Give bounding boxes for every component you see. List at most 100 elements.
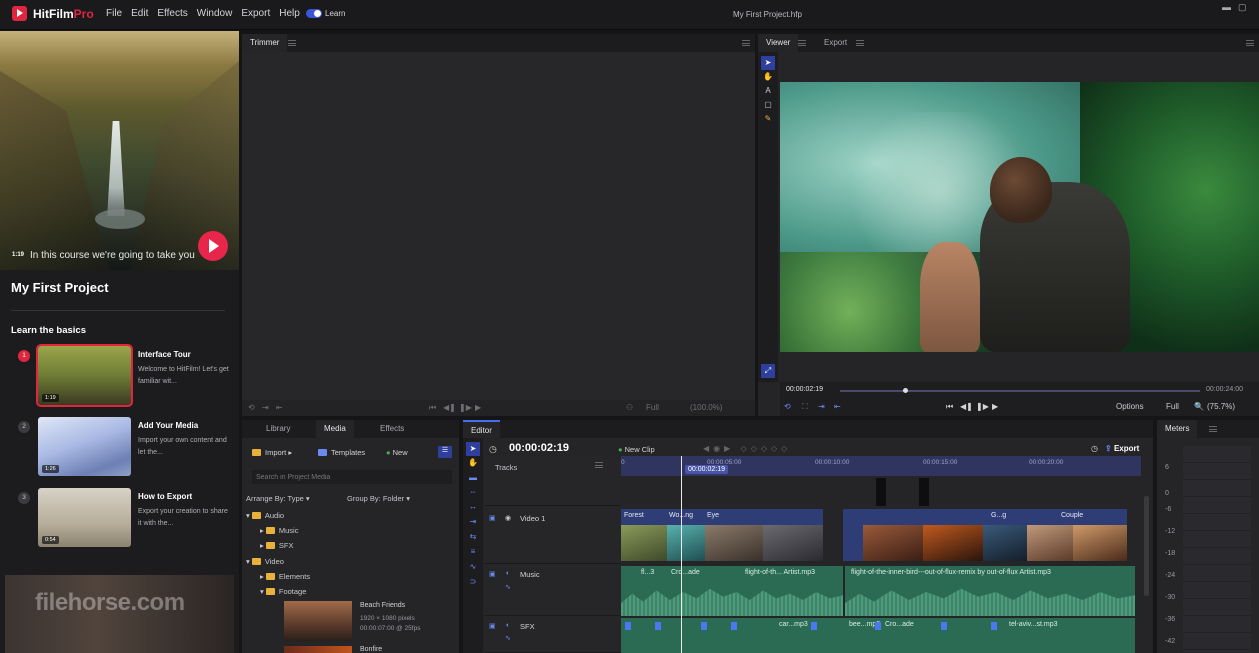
lesson-item[interactable]: 3 0:54 How to Export Export your creatio… xyxy=(0,488,239,552)
text-tool-icon[interactable]: A xyxy=(761,84,775,98)
play-button[interactable] xyxy=(198,231,228,261)
tree-folder-music[interactable]: ▸ Music xyxy=(260,526,298,535)
step-forward-icon[interactable]: ❚▶ xyxy=(976,402,989,411)
roll-tool-icon[interactable]: ⇆ xyxy=(466,530,480,544)
tree-folder-elements[interactable]: ▸ Elements xyxy=(260,572,310,581)
media-thumbnail[interactable] xyxy=(284,646,352,653)
select-tool-icon[interactable]: ➤ xyxy=(466,442,480,456)
eye-icon[interactable]: ◉ xyxy=(505,514,511,522)
panel-menu-icon[interactable] xyxy=(595,462,603,468)
pen-tool-icon[interactable]: ✎ xyxy=(761,112,775,126)
tree-folder-audio[interactable]: ▾ Audio xyxy=(246,511,284,520)
audio-clip[interactable]: car...mp3 bee...mp3 Cro...ade tel-aviv..… xyxy=(621,618,1135,653)
tab-trimmer[interactable]: Trimmer xyxy=(242,34,288,52)
hand-tool-icon[interactable]: ✋ xyxy=(761,70,775,84)
slide-tool-icon[interactable]: ↔ xyxy=(466,500,480,514)
tab-effects[interactable]: Effects xyxy=(372,420,412,438)
lesson-thumbnail[interactable]: 1:26 xyxy=(38,417,131,476)
lesson-item[interactable]: 1 1:19 Interface Tour Welcome to HitFilm… xyxy=(0,344,239,410)
menu-window[interactable]: Window xyxy=(197,8,233,19)
panel-menu-icon[interactable] xyxy=(798,40,806,46)
zoom-readout[interactable]: (75.7%) xyxy=(1207,402,1235,411)
panel-menu-icon[interactable] xyxy=(288,40,296,46)
minimize-icon[interactable]: ▬ xyxy=(1222,2,1231,12)
tab-media[interactable]: Media xyxy=(316,420,354,438)
search-input[interactable] xyxy=(252,470,452,484)
audio-clip[interactable]: flight-of-the-inner-bird---out-of-flux-r… xyxy=(845,566,1135,616)
rate-tool-icon[interactable]: ≡ xyxy=(466,545,480,559)
menu-help[interactable]: Help xyxy=(279,8,300,19)
scrub-bar[interactable] xyxy=(840,390,1200,392)
play-icon[interactable]: ▶ xyxy=(475,403,481,412)
quality-select[interactable]: Full xyxy=(1166,402,1179,411)
tree-folder-video[interactable]: ▾ Video xyxy=(246,557,284,566)
lock-icon[interactable]: ▣ xyxy=(489,622,496,630)
tab-editor[interactable]: Editor xyxy=(463,420,500,438)
menu-edit[interactable]: Edit xyxy=(131,8,148,19)
step-forward-icon[interactable]: ❚▶ xyxy=(459,403,472,412)
quality-select[interactable]: Full xyxy=(646,403,659,412)
loop-icon[interactable]: ⟲ xyxy=(248,403,255,412)
scrub-handle[interactable] xyxy=(902,388,908,393)
playhead[interactable] xyxy=(681,456,682,653)
insert-icon[interactable]: ⇥ xyxy=(818,402,825,411)
speaker-icon[interactable]: ◖ xyxy=(505,622,509,629)
new-clip-button[interactable]: ● New Clip xyxy=(618,445,655,454)
tab-export[interactable]: Export xyxy=(816,34,855,52)
mask-tool-icon[interactable]: ▢ xyxy=(761,98,775,112)
ripple-tool-icon[interactable]: ⇥ xyxy=(466,515,480,529)
viewer-video-frame[interactable] xyxy=(780,82,1259,352)
new-button[interactable]: ● New xyxy=(386,448,408,457)
lesson-thumbnail[interactable]: 0:54 xyxy=(38,488,131,547)
tree-folder-sfx[interactable]: ▸ SFX xyxy=(260,541,293,550)
maximize-icon[interactable]: ▢ xyxy=(1238,2,1247,13)
group-select[interactable]: Group By: Folder ▾ xyxy=(347,494,410,503)
skip-back-icon[interactable]: ⏮ xyxy=(946,402,953,412)
tab-viewer[interactable]: Viewer xyxy=(758,34,799,52)
panel-menu-icon[interactable] xyxy=(1209,426,1217,432)
speaker-icon[interactable]: ◖ xyxy=(505,570,509,577)
editor-timecode[interactable]: 00:00:02:19 xyxy=(509,442,569,454)
lesson-item[interactable]: 2 1:26 Add Your Media Import your own co… xyxy=(0,417,239,481)
waveform-icon[interactable]: ∿ xyxy=(505,583,511,591)
step-back-icon[interactable]: ◀❚ xyxy=(443,403,456,412)
zoom-readout[interactable]: (100.0%) xyxy=(690,403,722,412)
options-menu[interactable]: Options xyxy=(1116,402,1144,411)
lock-icon[interactable]: ▣ xyxy=(489,514,496,522)
zoom-icon[interactable]: 🔍 xyxy=(1194,402,1204,411)
insert-icon[interactable]: ⇥ xyxy=(262,403,269,412)
panel-menu-icon[interactable] xyxy=(742,40,750,46)
curve-tool-icon[interactable]: ∿ xyxy=(466,560,480,574)
fit-icon[interactable]: ⛶ xyxy=(802,402,808,412)
panel-menu-icon[interactable] xyxy=(856,40,864,46)
tab-meters[interactable]: Meters xyxy=(1157,420,1198,438)
tree-folder-footage[interactable]: ▾ Footage xyxy=(260,587,306,596)
share-icon[interactable]: ⚇ xyxy=(626,403,633,412)
panel-menu-icon[interactable] xyxy=(1246,40,1254,46)
select-tool-icon[interactable]: ➤ xyxy=(761,56,775,70)
step-back-icon[interactable]: ◀❚ xyxy=(960,402,973,411)
import-button[interactable]: Import ▸ xyxy=(252,448,292,457)
audio-clip[interactable]: fl...3 Cro...ade flight-of-th... Artist.… xyxy=(621,566,843,616)
list-view-icon[interactable]: ☰ xyxy=(438,446,452,458)
lock-icon[interactable]: ▣ xyxy=(489,570,496,578)
slice-tool-icon[interactable]: ▬ xyxy=(466,471,480,485)
video-clip[interactable]: G...g Couple xyxy=(843,509,1127,561)
export-button[interactable]: ⇪ Export xyxy=(1105,444,1139,453)
hand-tool-icon[interactable]: ✋ xyxy=(466,456,480,470)
templates-button[interactable]: Templates xyxy=(318,448,365,457)
snap-tool-icon[interactable]: ⊃ xyxy=(466,575,480,589)
loop-icon[interactable]: ⟲ xyxy=(784,402,791,411)
arrange-select[interactable]: Arrange By: Type ▾ xyxy=(246,494,310,503)
learn-toggle[interactable] xyxy=(306,9,322,18)
course-hero-video[interactable]: 1:19 In this course we're going to take … xyxy=(0,31,239,270)
timeline-transport[interactable]: ◀◉▶ ◇◇◇◇◇ xyxy=(703,444,791,453)
lesson-thumbnail[interactable]: 1:19 xyxy=(36,344,133,407)
overlay-icon[interactable]: ⇤ xyxy=(276,403,283,412)
tab-library[interactable]: Library xyxy=(258,420,298,438)
menu-export[interactable]: Export xyxy=(241,8,270,19)
overlay-icon[interactable]: ⇤ xyxy=(834,402,841,411)
media-thumbnail[interactable] xyxy=(284,601,352,641)
menu-effects[interactable]: Effects xyxy=(157,8,187,19)
menu-file[interactable]: File xyxy=(106,8,122,19)
